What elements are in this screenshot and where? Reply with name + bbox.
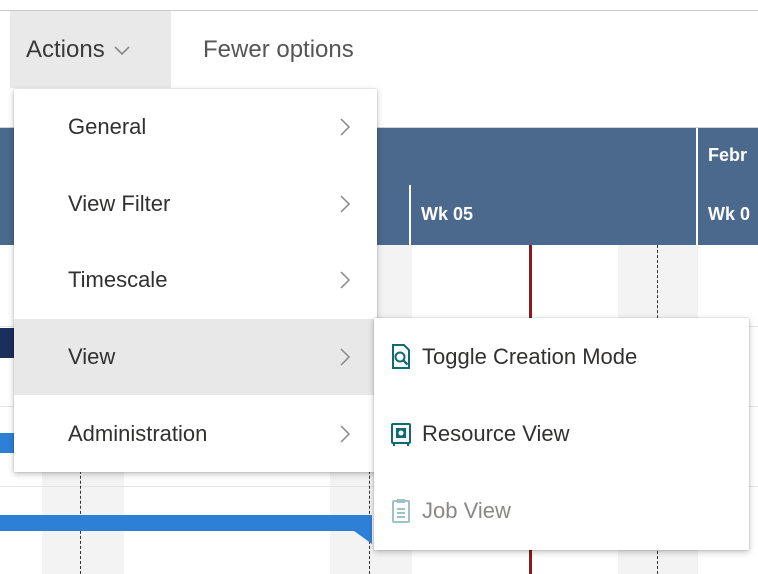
menu-item-general[interactable]: General	[14, 89, 377, 166]
actions-menu-button[interactable]: Actions	[10, 11, 171, 88]
resource-view-icon	[390, 421, 412, 447]
month-header: Febr	[708, 145, 748, 165]
chevron-right-icon	[339, 117, 351, 137]
menu-item-view-filter[interactable]: View Filter	[14, 166, 377, 243]
chevron-right-icon	[339, 194, 351, 214]
actions-label: Actions	[26, 35, 105, 63]
submenu-item-label: Job View	[422, 497, 511, 523]
menu-item-label: View	[68, 344, 116, 370]
action-bar: Actions Fewer options	[0, 11, 758, 88]
chevron-right-icon	[339, 347, 351, 367]
menu-item-timescale[interactable]: Timescale	[14, 242, 377, 319]
menu-item-label: View Filter	[68, 190, 171, 216]
clipboard-icon	[390, 498, 412, 524]
actions-dropdown-menu: General View Filter Timescale View Admin…	[14, 89, 377, 472]
task-bar[interactable]	[0, 433, 14, 453]
submenu-item-resource-view[interactable]: Resource View	[374, 395, 749, 472]
task-bar[interactable]	[0, 328, 14, 358]
chevron-down-icon	[113, 44, 131, 56]
chevron-right-icon	[339, 270, 351, 290]
week-header: Wk 05	[421, 204, 474, 224]
header-separator	[696, 128, 698, 245]
menu-item-label: Administration	[68, 420, 208, 446]
menu-item-label: Timescale	[68, 267, 168, 293]
chevron-right-icon	[339, 424, 351, 444]
submenu-item-label: Toggle Creation Mode	[422, 343, 638, 369]
week-header: Wk 0	[708, 204, 751, 224]
menu-item-label: General	[68, 114, 147, 140]
header-separator	[409, 185, 411, 245]
menu-item-administration[interactable]: Administration	[14, 395, 377, 472]
menu-item-view[interactable]: View	[14, 318, 377, 396]
search-document-icon	[390, 343, 412, 370]
submenu-item-job-view[interactable]: Job View	[374, 472, 749, 549]
task-bar[interactable]	[0, 515, 372, 531]
task-bar-end-icon	[350, 528, 372, 544]
submenu-item-toggle-creation-mode[interactable]: Toggle Creation Mode	[374, 318, 749, 395]
fewer-options-button[interactable]: Fewer options	[203, 11, 354, 88]
view-submenu: Toggle Creation Mode Resource View Job V…	[374, 318, 749, 550]
submenu-item-label: Resource View	[422, 420, 570, 446]
